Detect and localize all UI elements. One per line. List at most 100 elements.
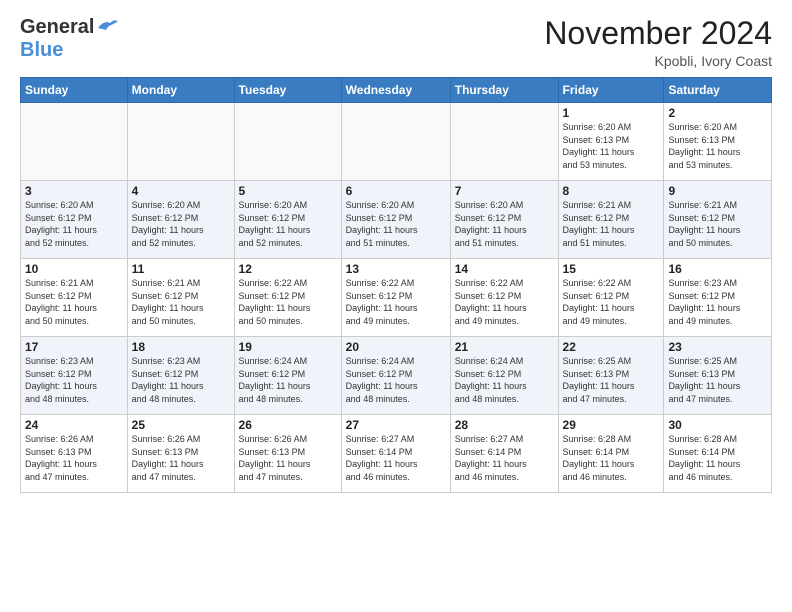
calendar-cell: 23Sunrise: 6:25 AM Sunset: 6:13 PM Dayli…: [664, 337, 772, 415]
calendar-cell: 10Sunrise: 6:21 AM Sunset: 6:12 PM Dayli…: [21, 259, 128, 337]
day-info: Sunrise: 6:24 AM Sunset: 6:12 PM Dayligh…: [455, 355, 554, 405]
weekday-header-monday: Monday: [127, 78, 234, 103]
day-info: Sunrise: 6:20 AM Sunset: 6:13 PM Dayligh…: [668, 121, 767, 171]
calendar-cell: 24Sunrise: 6:26 AM Sunset: 6:13 PM Dayli…: [21, 415, 128, 493]
day-info: Sunrise: 6:23 AM Sunset: 6:12 PM Dayligh…: [132, 355, 230, 405]
logo-blue: Blue: [20, 39, 63, 62]
day-info: Sunrise: 6:22 AM Sunset: 6:12 PM Dayligh…: [346, 277, 446, 327]
day-info: Sunrise: 6:20 AM Sunset: 6:12 PM Dayligh…: [25, 199, 123, 249]
calendar-cell: 14Sunrise: 6:22 AM Sunset: 6:12 PM Dayli…: [450, 259, 558, 337]
calendar-cell: 27Sunrise: 6:27 AM Sunset: 6:14 PM Dayli…: [341, 415, 450, 493]
day-info: Sunrise: 6:27 AM Sunset: 6:14 PM Dayligh…: [455, 433, 554, 483]
logo-bird-icon: [96, 18, 118, 36]
day-number: 14: [455, 262, 554, 276]
day-number: 9: [668, 184, 767, 198]
calendar-cell: 28Sunrise: 6:27 AM Sunset: 6:14 PM Dayli…: [450, 415, 558, 493]
day-info: Sunrise: 6:27 AM Sunset: 6:14 PM Dayligh…: [346, 433, 446, 483]
title-block: November 2024 Kpobli, Ivory Coast: [544, 16, 772, 69]
calendar-cell: 22Sunrise: 6:25 AM Sunset: 6:13 PM Dayli…: [558, 337, 664, 415]
calendar-cell: 18Sunrise: 6:23 AM Sunset: 6:12 PM Dayli…: [127, 337, 234, 415]
calendar-cell: 13Sunrise: 6:22 AM Sunset: 6:12 PM Dayli…: [341, 259, 450, 337]
day-number: 12: [239, 262, 337, 276]
calendar-cell: 17Sunrise: 6:23 AM Sunset: 6:12 PM Dayli…: [21, 337, 128, 415]
calendar-cell: 26Sunrise: 6:26 AM Sunset: 6:13 PM Dayli…: [234, 415, 341, 493]
day-number: 1: [563, 106, 660, 120]
weekday-header-tuesday: Tuesday: [234, 78, 341, 103]
weekday-header-row: SundayMondayTuesdayWednesdayThursdayFrid…: [21, 78, 772, 103]
day-number: 3: [25, 184, 123, 198]
day-info: Sunrise: 6:25 AM Sunset: 6:13 PM Dayligh…: [563, 355, 660, 405]
weekday-header-wednesday: Wednesday: [341, 78, 450, 103]
day-number: 4: [132, 184, 230, 198]
calendar-cell: 7Sunrise: 6:20 AM Sunset: 6:12 PM Daylig…: [450, 181, 558, 259]
day-number: 17: [25, 340, 123, 354]
calendar-week-1: 1Sunrise: 6:20 AM Sunset: 6:13 PM Daylig…: [21, 103, 772, 181]
day-info: Sunrise: 6:22 AM Sunset: 6:12 PM Dayligh…: [455, 277, 554, 327]
day-info: Sunrise: 6:21 AM Sunset: 6:12 PM Dayligh…: [668, 199, 767, 249]
day-number: 15: [563, 262, 660, 276]
day-info: Sunrise: 6:22 AM Sunset: 6:12 PM Dayligh…: [239, 277, 337, 327]
calendar-week-4: 17Sunrise: 6:23 AM Sunset: 6:12 PM Dayli…: [21, 337, 772, 415]
calendar-cell: 12Sunrise: 6:22 AM Sunset: 6:12 PM Dayli…: [234, 259, 341, 337]
weekday-header-friday: Friday: [558, 78, 664, 103]
month-title: November 2024: [544, 16, 772, 51]
day-number: 10: [25, 262, 123, 276]
day-info: Sunrise: 6:21 AM Sunset: 6:12 PM Dayligh…: [25, 277, 123, 327]
calendar-week-3: 10Sunrise: 6:21 AM Sunset: 6:12 PM Dayli…: [21, 259, 772, 337]
calendar-week-5: 24Sunrise: 6:26 AM Sunset: 6:13 PM Dayli…: [21, 415, 772, 493]
day-number: 7: [455, 184, 554, 198]
day-number: 22: [563, 340, 660, 354]
calendar-cell: 5Sunrise: 6:20 AM Sunset: 6:12 PM Daylig…: [234, 181, 341, 259]
weekday-header-sunday: Sunday: [21, 78, 128, 103]
calendar-cell: 11Sunrise: 6:21 AM Sunset: 6:12 PM Dayli…: [127, 259, 234, 337]
calendar-cell: 8Sunrise: 6:21 AM Sunset: 6:12 PM Daylig…: [558, 181, 664, 259]
calendar-cell: 20Sunrise: 6:24 AM Sunset: 6:12 PM Dayli…: [341, 337, 450, 415]
page-header: General Blue November 2024 Kpobli, Ivory…: [20, 16, 772, 69]
day-info: Sunrise: 6:28 AM Sunset: 6:14 PM Dayligh…: [668, 433, 767, 483]
calendar-cell: [127, 103, 234, 181]
day-info: Sunrise: 6:26 AM Sunset: 6:13 PM Dayligh…: [239, 433, 337, 483]
day-number: 26: [239, 418, 337, 432]
day-number: 21: [455, 340, 554, 354]
day-number: 28: [455, 418, 554, 432]
day-info: Sunrise: 6:21 AM Sunset: 6:12 PM Dayligh…: [132, 277, 230, 327]
calendar-cell: 9Sunrise: 6:21 AM Sunset: 6:12 PM Daylig…: [664, 181, 772, 259]
day-info: Sunrise: 6:25 AM Sunset: 6:13 PM Dayligh…: [668, 355, 767, 405]
calendar-cell: 16Sunrise: 6:23 AM Sunset: 6:12 PM Dayli…: [664, 259, 772, 337]
day-info: Sunrise: 6:21 AM Sunset: 6:12 PM Dayligh…: [563, 199, 660, 249]
day-number: 16: [668, 262, 767, 276]
day-number: 29: [563, 418, 660, 432]
calendar-table: SundayMondayTuesdayWednesdayThursdayFrid…: [20, 77, 772, 493]
calendar-cell: 25Sunrise: 6:26 AM Sunset: 6:13 PM Dayli…: [127, 415, 234, 493]
day-info: Sunrise: 6:23 AM Sunset: 6:12 PM Dayligh…: [25, 355, 123, 405]
calendar-cell: 2Sunrise: 6:20 AM Sunset: 6:13 PM Daylig…: [664, 103, 772, 181]
day-info: Sunrise: 6:24 AM Sunset: 6:12 PM Dayligh…: [239, 355, 337, 405]
calendar-week-2: 3Sunrise: 6:20 AM Sunset: 6:12 PM Daylig…: [21, 181, 772, 259]
calendar-cell: [234, 103, 341, 181]
day-info: Sunrise: 6:20 AM Sunset: 6:13 PM Dayligh…: [563, 121, 660, 171]
day-number: 19: [239, 340, 337, 354]
calendar-cell: 3Sunrise: 6:20 AM Sunset: 6:12 PM Daylig…: [21, 181, 128, 259]
day-info: Sunrise: 6:20 AM Sunset: 6:12 PM Dayligh…: [239, 199, 337, 249]
calendar-cell: [341, 103, 450, 181]
logo: General Blue: [20, 16, 118, 62]
weekday-header-thursday: Thursday: [450, 78, 558, 103]
calendar-cell: 1Sunrise: 6:20 AM Sunset: 6:13 PM Daylig…: [558, 103, 664, 181]
day-info: Sunrise: 6:20 AM Sunset: 6:12 PM Dayligh…: [455, 199, 554, 249]
day-number: 18: [132, 340, 230, 354]
day-number: 20: [346, 340, 446, 354]
day-number: 25: [132, 418, 230, 432]
calendar-cell: 21Sunrise: 6:24 AM Sunset: 6:12 PM Dayli…: [450, 337, 558, 415]
day-number: 27: [346, 418, 446, 432]
location: Kpobli, Ivory Coast: [544, 53, 772, 69]
day-number: 6: [346, 184, 446, 198]
calendar-cell: 19Sunrise: 6:24 AM Sunset: 6:12 PM Dayli…: [234, 337, 341, 415]
day-info: Sunrise: 6:20 AM Sunset: 6:12 PM Dayligh…: [132, 199, 230, 249]
calendar-cell: 30Sunrise: 6:28 AM Sunset: 6:14 PM Dayli…: [664, 415, 772, 493]
calendar-cell: [21, 103, 128, 181]
calendar-cell: 29Sunrise: 6:28 AM Sunset: 6:14 PM Dayli…: [558, 415, 664, 493]
day-number: 11: [132, 262, 230, 276]
day-info: Sunrise: 6:26 AM Sunset: 6:13 PM Dayligh…: [132, 433, 230, 483]
day-number: 23: [668, 340, 767, 354]
day-info: Sunrise: 6:20 AM Sunset: 6:12 PM Dayligh…: [346, 199, 446, 249]
